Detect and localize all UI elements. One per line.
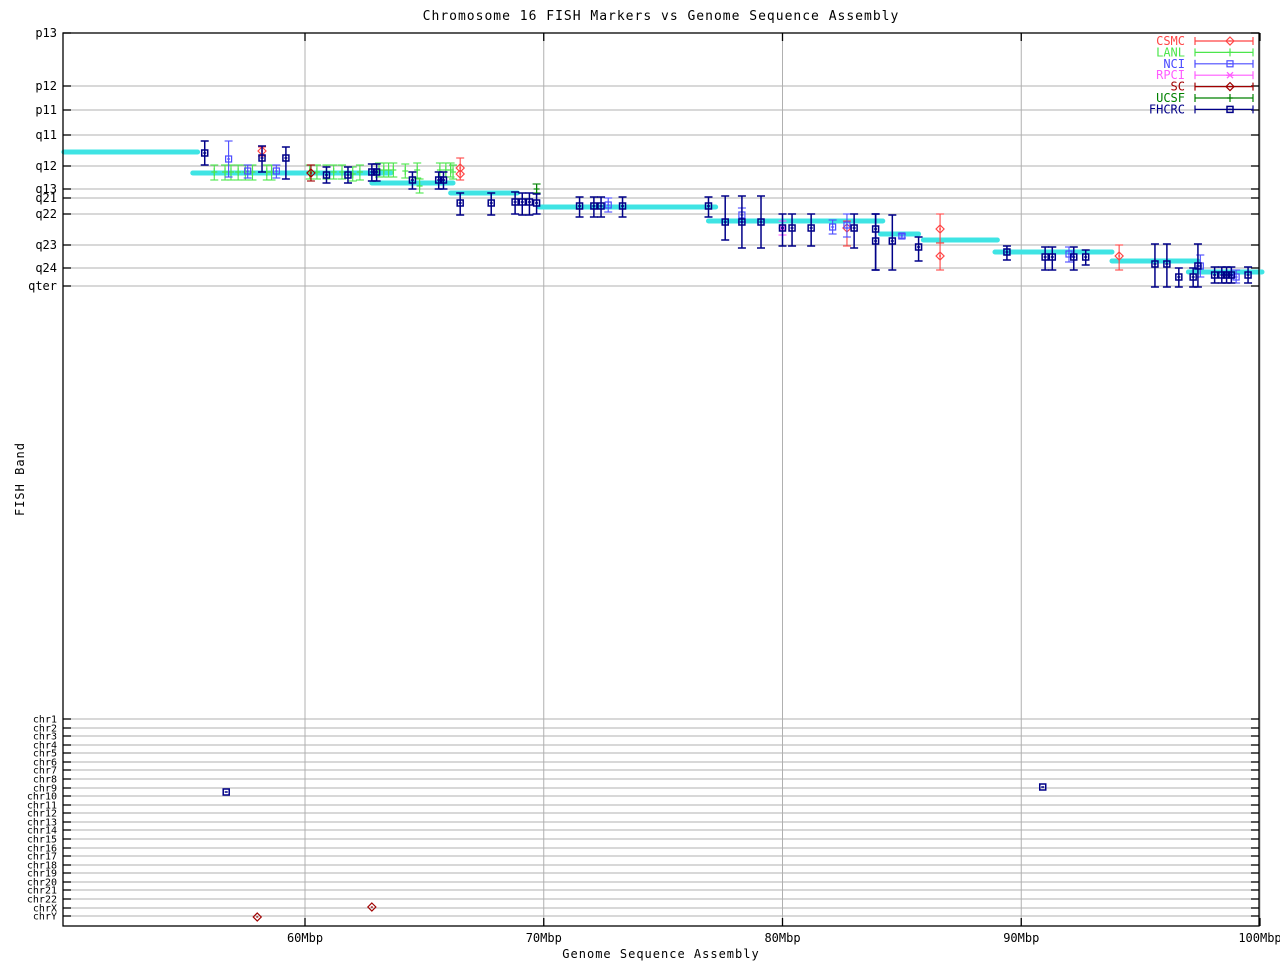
data-point (367, 163, 376, 182)
data-point (604, 197, 613, 213)
svg-text:p13: p13 (35, 26, 57, 40)
svg-text:q23: q23 (35, 238, 57, 252)
data-point (1002, 245, 1011, 261)
data-point (234, 164, 243, 181)
data-point (532, 183, 541, 194)
data-point (1210, 266, 1219, 284)
data-point (1244, 266, 1253, 284)
data-point (1150, 243, 1159, 288)
data-point (888, 214, 897, 271)
svg-text:q21: q21 (35, 191, 57, 205)
data-point (737, 195, 746, 249)
svg-text:q12: q12 (35, 159, 57, 173)
data-point (757, 195, 766, 249)
data-point (525, 192, 534, 216)
data-point (329, 164, 338, 180)
chromosome16-fish-chart-page: { "title": "Chromosome 16 FISH Markers v… (0, 0, 1280, 961)
svg-text:80Mbp: 80Mbp (764, 931, 800, 945)
data-point (252, 912, 263, 922)
data-point (842, 213, 851, 238)
gridlines (63, 32, 1261, 926)
data-point (1227, 266, 1236, 284)
data-point (322, 166, 331, 184)
svg-text:q24: q24 (35, 261, 57, 275)
data-point (1038, 783, 1047, 791)
data-point (1114, 244, 1124, 271)
data-point (1162, 243, 1171, 288)
legend-entry-fhcrc: FHCRC (1149, 102, 1254, 116)
plot-area: p13p12p11q11q12q13q21q22q23q24qterchr1ch… (27, 26, 1280, 945)
svg-text:90Mbp: 90Mbp (1003, 931, 1039, 945)
series-ucsf (532, 183, 541, 194)
series-sc (252, 164, 377, 922)
data-point (935, 242, 945, 271)
data-point (455, 157, 466, 181)
svg-text:q11: q11 (35, 128, 57, 142)
data-point (210, 164, 219, 181)
data-point (1222, 266, 1231, 284)
data-point (272, 164, 281, 179)
data-point (222, 788, 230, 796)
svg-text:FHCRC: FHCRC (1149, 102, 1185, 116)
data-point (434, 171, 443, 190)
data-point (721, 195, 730, 241)
data-point (200, 140, 209, 166)
data-point (413, 162, 422, 179)
svg-text:p12: p12 (35, 79, 57, 93)
series-nci (224, 140, 1241, 284)
data-point (1217, 266, 1226, 284)
data-point (408, 171, 417, 190)
data-point (348, 166, 357, 182)
data-point (305, 164, 314, 180)
series-fhcrc (200, 140, 1253, 796)
axes: p13p12p11q11q12q13q21q22q23q24qterchr1ch… (27, 26, 1280, 945)
data-point (221, 164, 230, 181)
svg-text:p11: p11 (35, 103, 57, 117)
svg-text:60Mbp: 60Mbp (287, 931, 323, 945)
data-point (355, 164, 364, 181)
svg-text:100Mbp: 100Mbp (1238, 931, 1280, 945)
svg-text:70Mbp: 70Mbp (526, 931, 562, 945)
svg-text:chrY: chrY (33, 912, 57, 923)
data-point (435, 162, 444, 178)
svg-text:q22: q22 (35, 207, 57, 221)
legend: CSMCLANLNCIRPCISCUCSFFHCRC (1149, 34, 1254, 116)
svg-text:qter: qter (28, 279, 57, 293)
data-point (367, 902, 377, 912)
data-point (456, 192, 465, 216)
data-point (518, 192, 527, 216)
data-point (487, 192, 496, 216)
data-point (1174, 267, 1183, 288)
data-point (897, 232, 906, 240)
data-point (532, 193, 541, 215)
